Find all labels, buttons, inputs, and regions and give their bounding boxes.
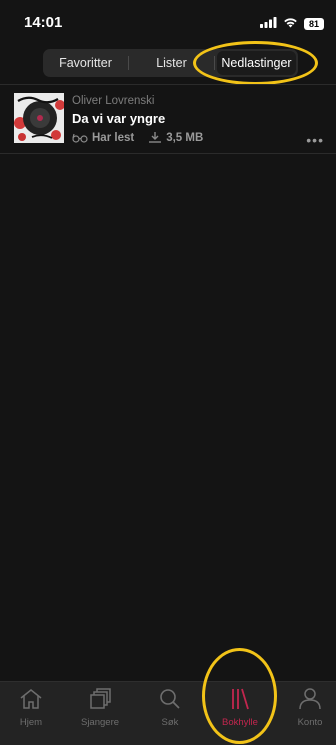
book-cover[interactable] [14,93,64,143]
tab-label: Hjem [19,717,43,728]
tab-sok[interactable]: Søk [140,688,200,728]
tab-hjem[interactable]: Hjem [1,688,61,728]
tab-konto[interactable]: Konto [280,688,336,728]
book-author: Oliver Lovrenski [72,95,155,107]
status-time: 14:01 [24,14,63,31]
status-icons: 81 [260,15,324,33]
tab-favoritter[interactable]: Favoritter [43,49,128,77]
tab-label: Sjangere [80,717,120,728]
tab-bar: Hjem Sjangere Søk Bokhylle Konto [0,681,336,745]
read-status: Har lest [92,131,135,144]
person-icon [298,688,322,714]
book-meta: Har lest 3,5 MB [72,131,203,144]
tab-label: Konto [297,717,323,728]
book-title[interactable]: Da vi var yngre [72,111,165,126]
tab-sjangere[interactable]: Sjangere [70,688,130,728]
battery-indicator: 81 [304,18,324,30]
segment-divider [214,56,215,70]
list-item[interactable]: Oliver Lovrenski Da vi var yngre Har les… [0,88,336,152]
tab-label: Søk [161,717,179,728]
file-size: 3,5 MB [166,131,204,144]
home-icon [19,689,43,714]
tab-bokhylle[interactable]: Bokhylle [210,688,270,728]
divider [0,153,336,154]
bookshelf-icon [228,688,252,714]
signal-icon [260,15,277,33]
wifi-icon [283,15,298,33]
stack-icon [88,688,112,714]
divider [0,84,336,85]
tab-label: Bokhylle [222,717,258,728]
tab-nedlastinger[interactable]: Nedlastinger [217,51,296,75]
segmented-control: Favoritter Lister Nedlastinger [43,49,298,77]
downloaded-icon [148,131,162,144]
search-icon [158,689,182,714]
status-bar: 14:01 81 [0,0,336,44]
glasses-icon [72,133,88,143]
more-options-button[interactable]: ••• [306,132,324,148]
tab-lister[interactable]: Lister [129,49,214,77]
